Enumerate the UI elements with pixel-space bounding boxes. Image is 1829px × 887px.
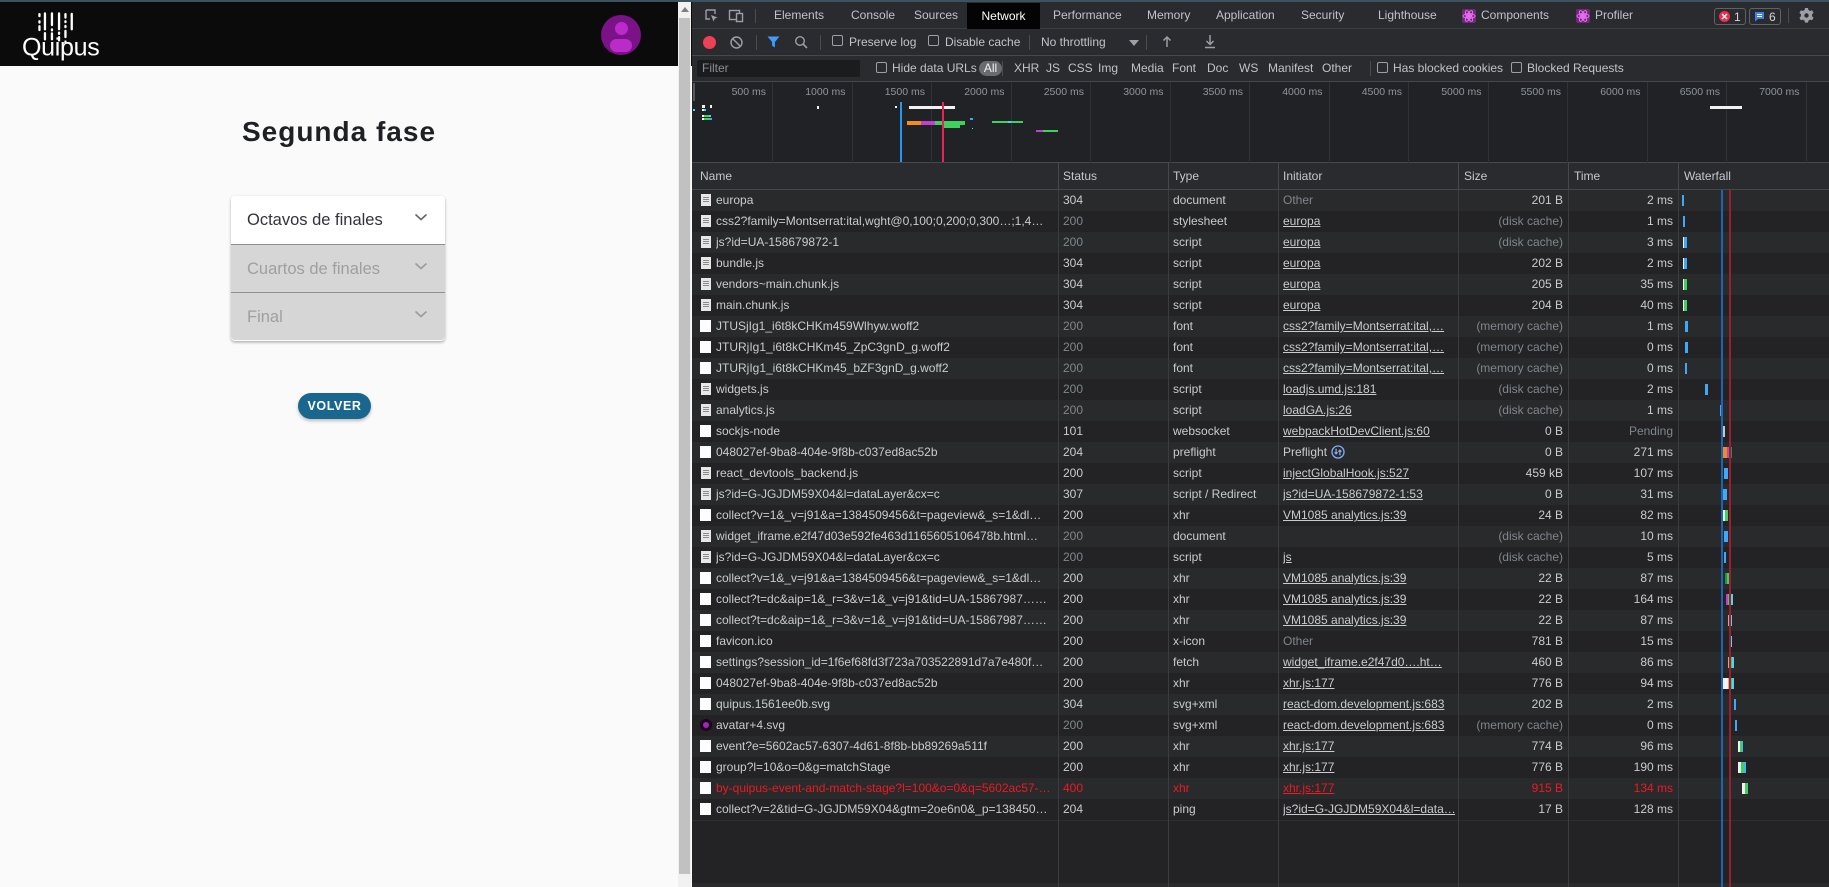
- svg-text:Quipus: Quipus: [23, 34, 99, 62]
